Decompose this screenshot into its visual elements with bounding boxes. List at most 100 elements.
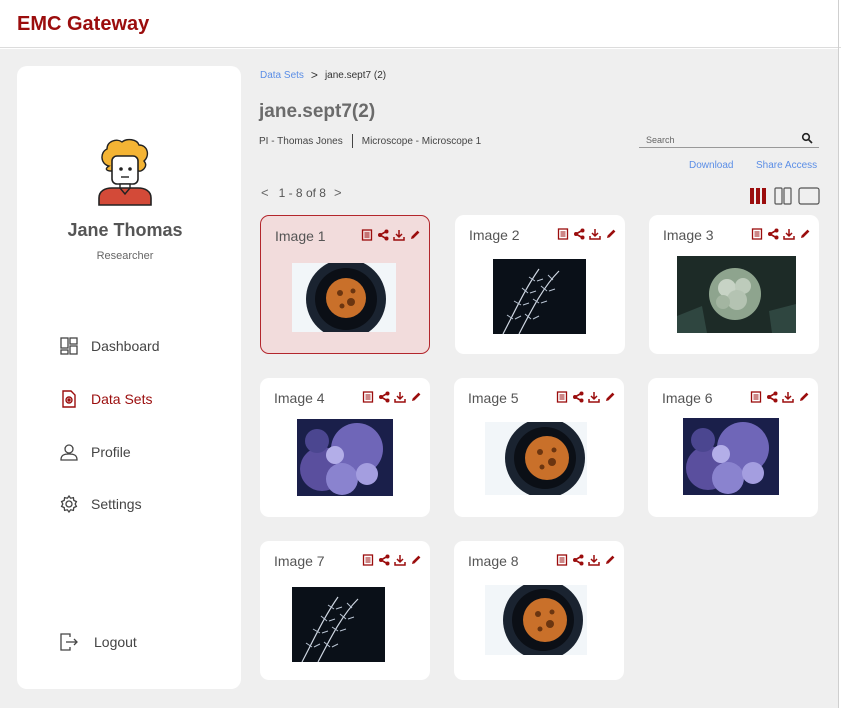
image-thumbnail [292,587,385,662]
notes-icon[interactable] [362,554,374,566]
edit-icon[interactable] [604,391,616,403]
card-actions [556,391,616,403]
image-title: Image 6 [662,390,713,406]
image-title: Image 4 [274,390,325,406]
view-mode-toggles [749,186,820,206]
sidebar-item-dashboard[interactable]: Dashboard [55,332,225,360]
image-thumbnail [683,418,779,495]
avatar-icon [98,138,152,206]
breadcrumb-separator: > [310,68,318,82]
edit-icon[interactable] [410,391,422,403]
share-icon[interactable] [572,391,584,403]
logout-label: Logout [94,634,137,650]
sidebar-item-data-sets[interactable]: Data Sets [55,385,225,413]
image-card[interactable]: Image 4 [260,378,430,517]
image-thumbnail [485,422,587,495]
single-column-view-icon[interactable] [798,187,820,205]
image-card[interactable]: Image 8 [454,541,624,680]
logout-icon [55,628,83,656]
edit-icon[interactable] [799,228,811,240]
share-icon[interactable] [378,554,390,566]
download-icon[interactable] [394,554,406,566]
share-icon[interactable] [377,229,389,241]
edit-icon[interactable] [410,554,422,566]
download-icon[interactable] [782,391,794,403]
download-icon[interactable] [393,229,405,241]
pagination-range: 1 - 8 of 8 [278,185,326,200]
three-column-view-icon[interactable] [749,187,767,205]
edit-icon[interactable] [409,229,421,241]
card-actions [557,228,617,240]
share-icon[interactable] [572,554,584,566]
card-actions [362,554,422,566]
breadcrumb-current: jane.sept7 (2) [324,69,387,81]
image-card[interactable]: Image 2 [455,215,625,354]
image-card[interactable]: Image 5 [454,378,624,517]
logout-button[interactable]: Logout [55,628,225,656]
image-title: Image 3 [663,227,714,243]
sidebar-item-label: Settings [91,496,142,512]
search-input[interactable] [639,132,799,148]
image-card[interactable]: Image 3 [649,215,819,354]
image-thumbnail [297,419,393,496]
user-icon [55,438,83,466]
notes-icon[interactable] [361,229,373,241]
dashboard-icon [55,332,83,360]
previous-page-button[interactable]: < [261,185,269,200]
sidebar-item-label: Dashboard [91,338,160,354]
pagination: < 1 - 8 of 8 > [261,185,342,200]
search-icon[interactable] [801,132,813,144]
breadcrumb: Data Sets > jane.sept7 (2) [260,68,386,82]
share-icon[interactable] [573,228,585,240]
download-icon[interactable] [783,228,795,240]
image-card[interactable]: Image 1 [260,215,430,354]
download-icon[interactable] [589,228,601,240]
dataset-icon [55,385,83,413]
download-link[interactable]: Download [689,160,733,171]
image-thumbnail [292,263,396,332]
notes-icon[interactable] [557,228,569,240]
image-thumbnail [677,256,796,333]
top-bar: EMC Gateway [0,0,841,48]
card-actions [751,228,811,240]
meta-divider [351,134,353,148]
share-icon[interactable] [767,228,779,240]
edit-icon[interactable] [605,228,617,240]
sidebar-item-label: Profile [91,444,131,460]
page-title: jane.sept7(2) [259,101,376,122]
notes-icon[interactable] [750,391,762,403]
notes-icon[interactable] [556,391,568,403]
next-page-button[interactable]: > [334,185,342,200]
image-card[interactable]: Image 7 [260,541,430,680]
breadcrumb-data-sets-link[interactable]: Data Sets [260,70,304,81]
download-icon[interactable] [394,391,406,403]
image-title: Image 2 [469,227,520,243]
gear-icon [55,490,83,518]
sidebar-item-label: Data Sets [91,391,153,407]
notes-icon[interactable] [751,228,763,240]
microscope-label: Microscope - Microscope 1 [361,135,482,147]
download-icon[interactable] [588,554,600,566]
notes-icon[interactable] [362,391,374,403]
image-card[interactable]: Image 6 [648,378,818,517]
user-role: Researcher [96,250,154,262]
two-column-view-icon[interactable] [774,187,792,205]
image-title: Image 8 [468,553,519,569]
edit-icon[interactable] [798,391,810,403]
image-thumbnail [485,585,587,655]
share-access-link[interactable]: Share Access [756,160,817,171]
image-title: Image 7 [274,553,325,569]
sidebar-item-profile[interactable]: Profile [55,438,225,466]
share-icon[interactable] [378,391,390,403]
sidebar-item-settings[interactable]: Settings [55,490,225,518]
card-actions [362,391,422,403]
download-icon[interactable] [588,391,600,403]
edit-icon[interactable] [604,554,616,566]
user-name: Jane Thomas [67,220,183,240]
card-actions [750,391,810,403]
notes-icon[interactable] [556,554,568,566]
window-edge-divider [838,0,839,708]
sidebar: Jane Thomas Researcher Dashboard Data Se… [17,66,241,689]
share-icon[interactable] [766,391,778,403]
search-box [639,130,819,148]
